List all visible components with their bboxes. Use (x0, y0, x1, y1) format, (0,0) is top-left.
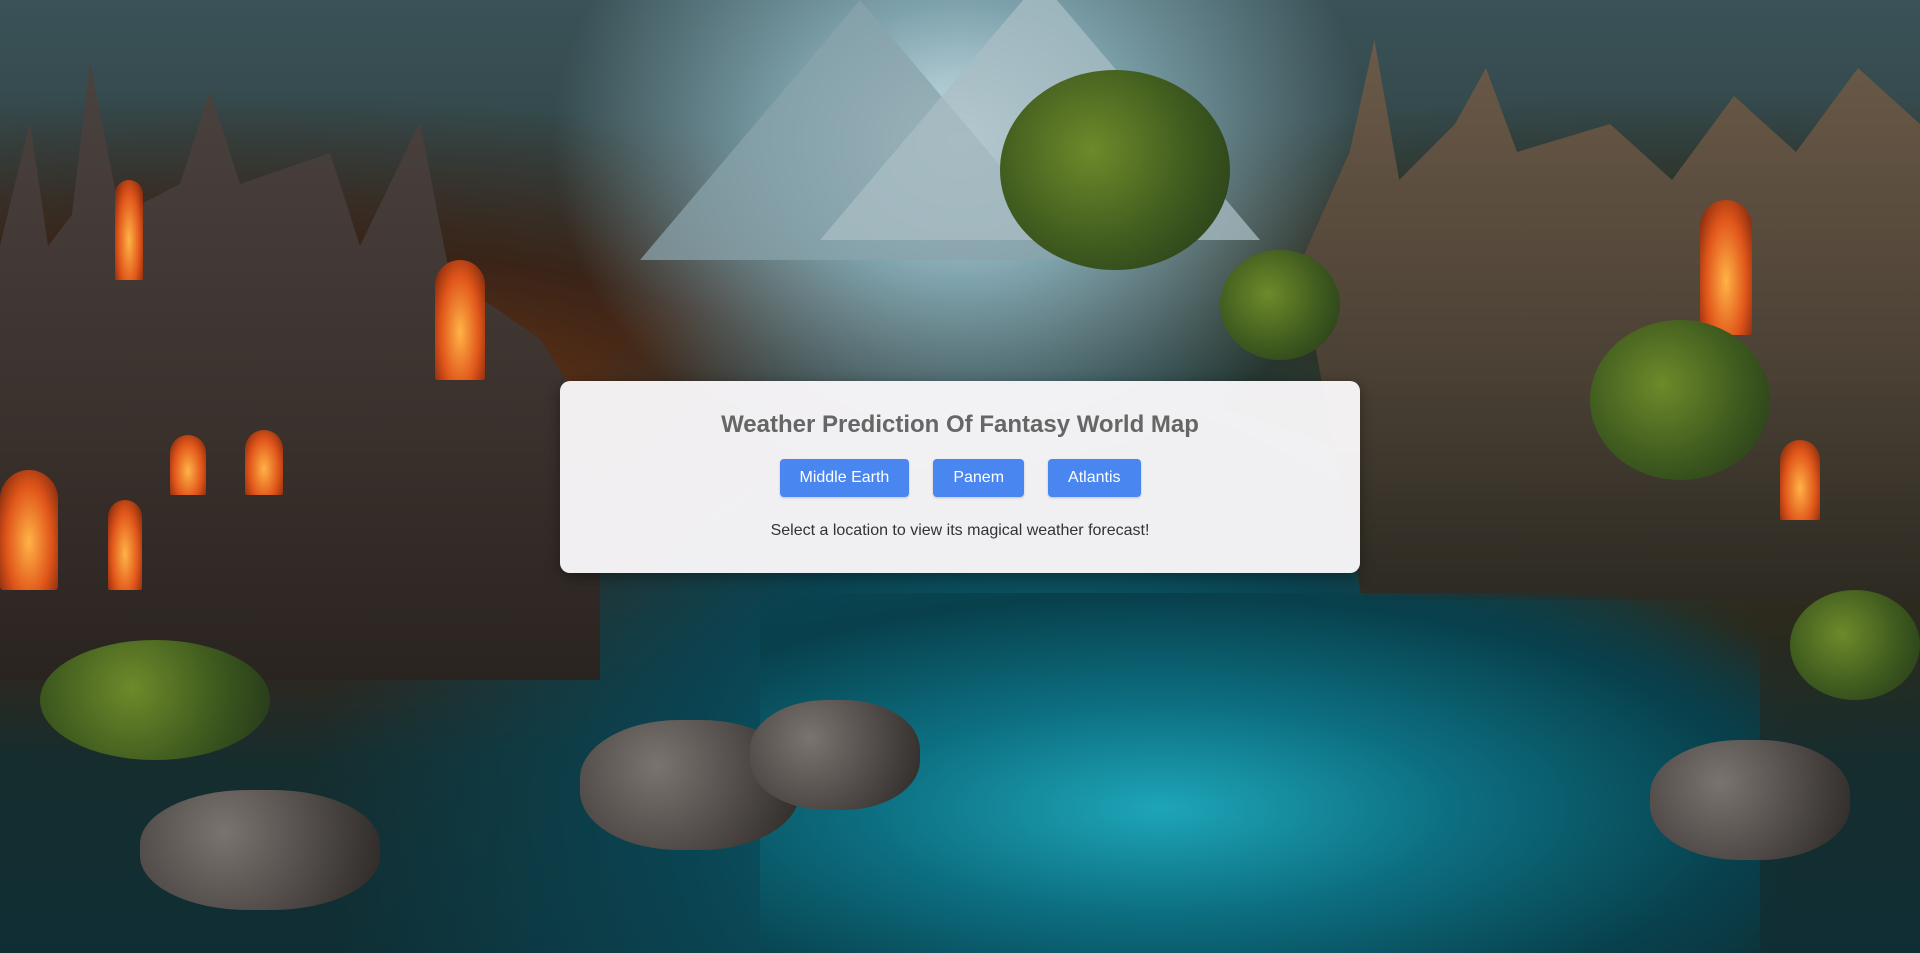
castle-window (1780, 440, 1820, 520)
page-title: Weather Prediction Of Fantasy World Map (721, 411, 1199, 438)
rocks (750, 700, 920, 810)
page: Weather Prediction Of Fantasy World Map … (0, 0, 1920, 953)
location-button-group: Middle Earth Panem Atlantis (560, 459, 1360, 497)
tree-canopy (40, 640, 270, 760)
tree-canopy (1220, 250, 1340, 360)
tree-canopy (1790, 590, 1920, 700)
rocks (140, 790, 380, 910)
location-button-middle-earth[interactable]: Middle Earth (779, 459, 910, 497)
rocks (1650, 740, 1850, 860)
tree-canopy (1590, 320, 1770, 480)
forecast-hint-text: Select a location to view its magical we… (770, 522, 1150, 539)
castle-right (1300, 40, 1920, 600)
castle-window (0, 470, 58, 590)
weather-card: Weather Prediction Of Fantasy World Map … (560, 381, 1360, 573)
castle-left (0, 60, 600, 680)
castle-window (170, 435, 206, 495)
castle-window (115, 180, 143, 280)
castle-window (1700, 200, 1752, 335)
castle-window (108, 500, 142, 590)
castle-window (435, 260, 485, 380)
location-button-atlantis[interactable]: Atlantis (1048, 459, 1141, 497)
tree-canopy (1000, 70, 1230, 270)
castle-window (245, 430, 283, 495)
location-button-panem[interactable]: Panem (933, 459, 1025, 497)
